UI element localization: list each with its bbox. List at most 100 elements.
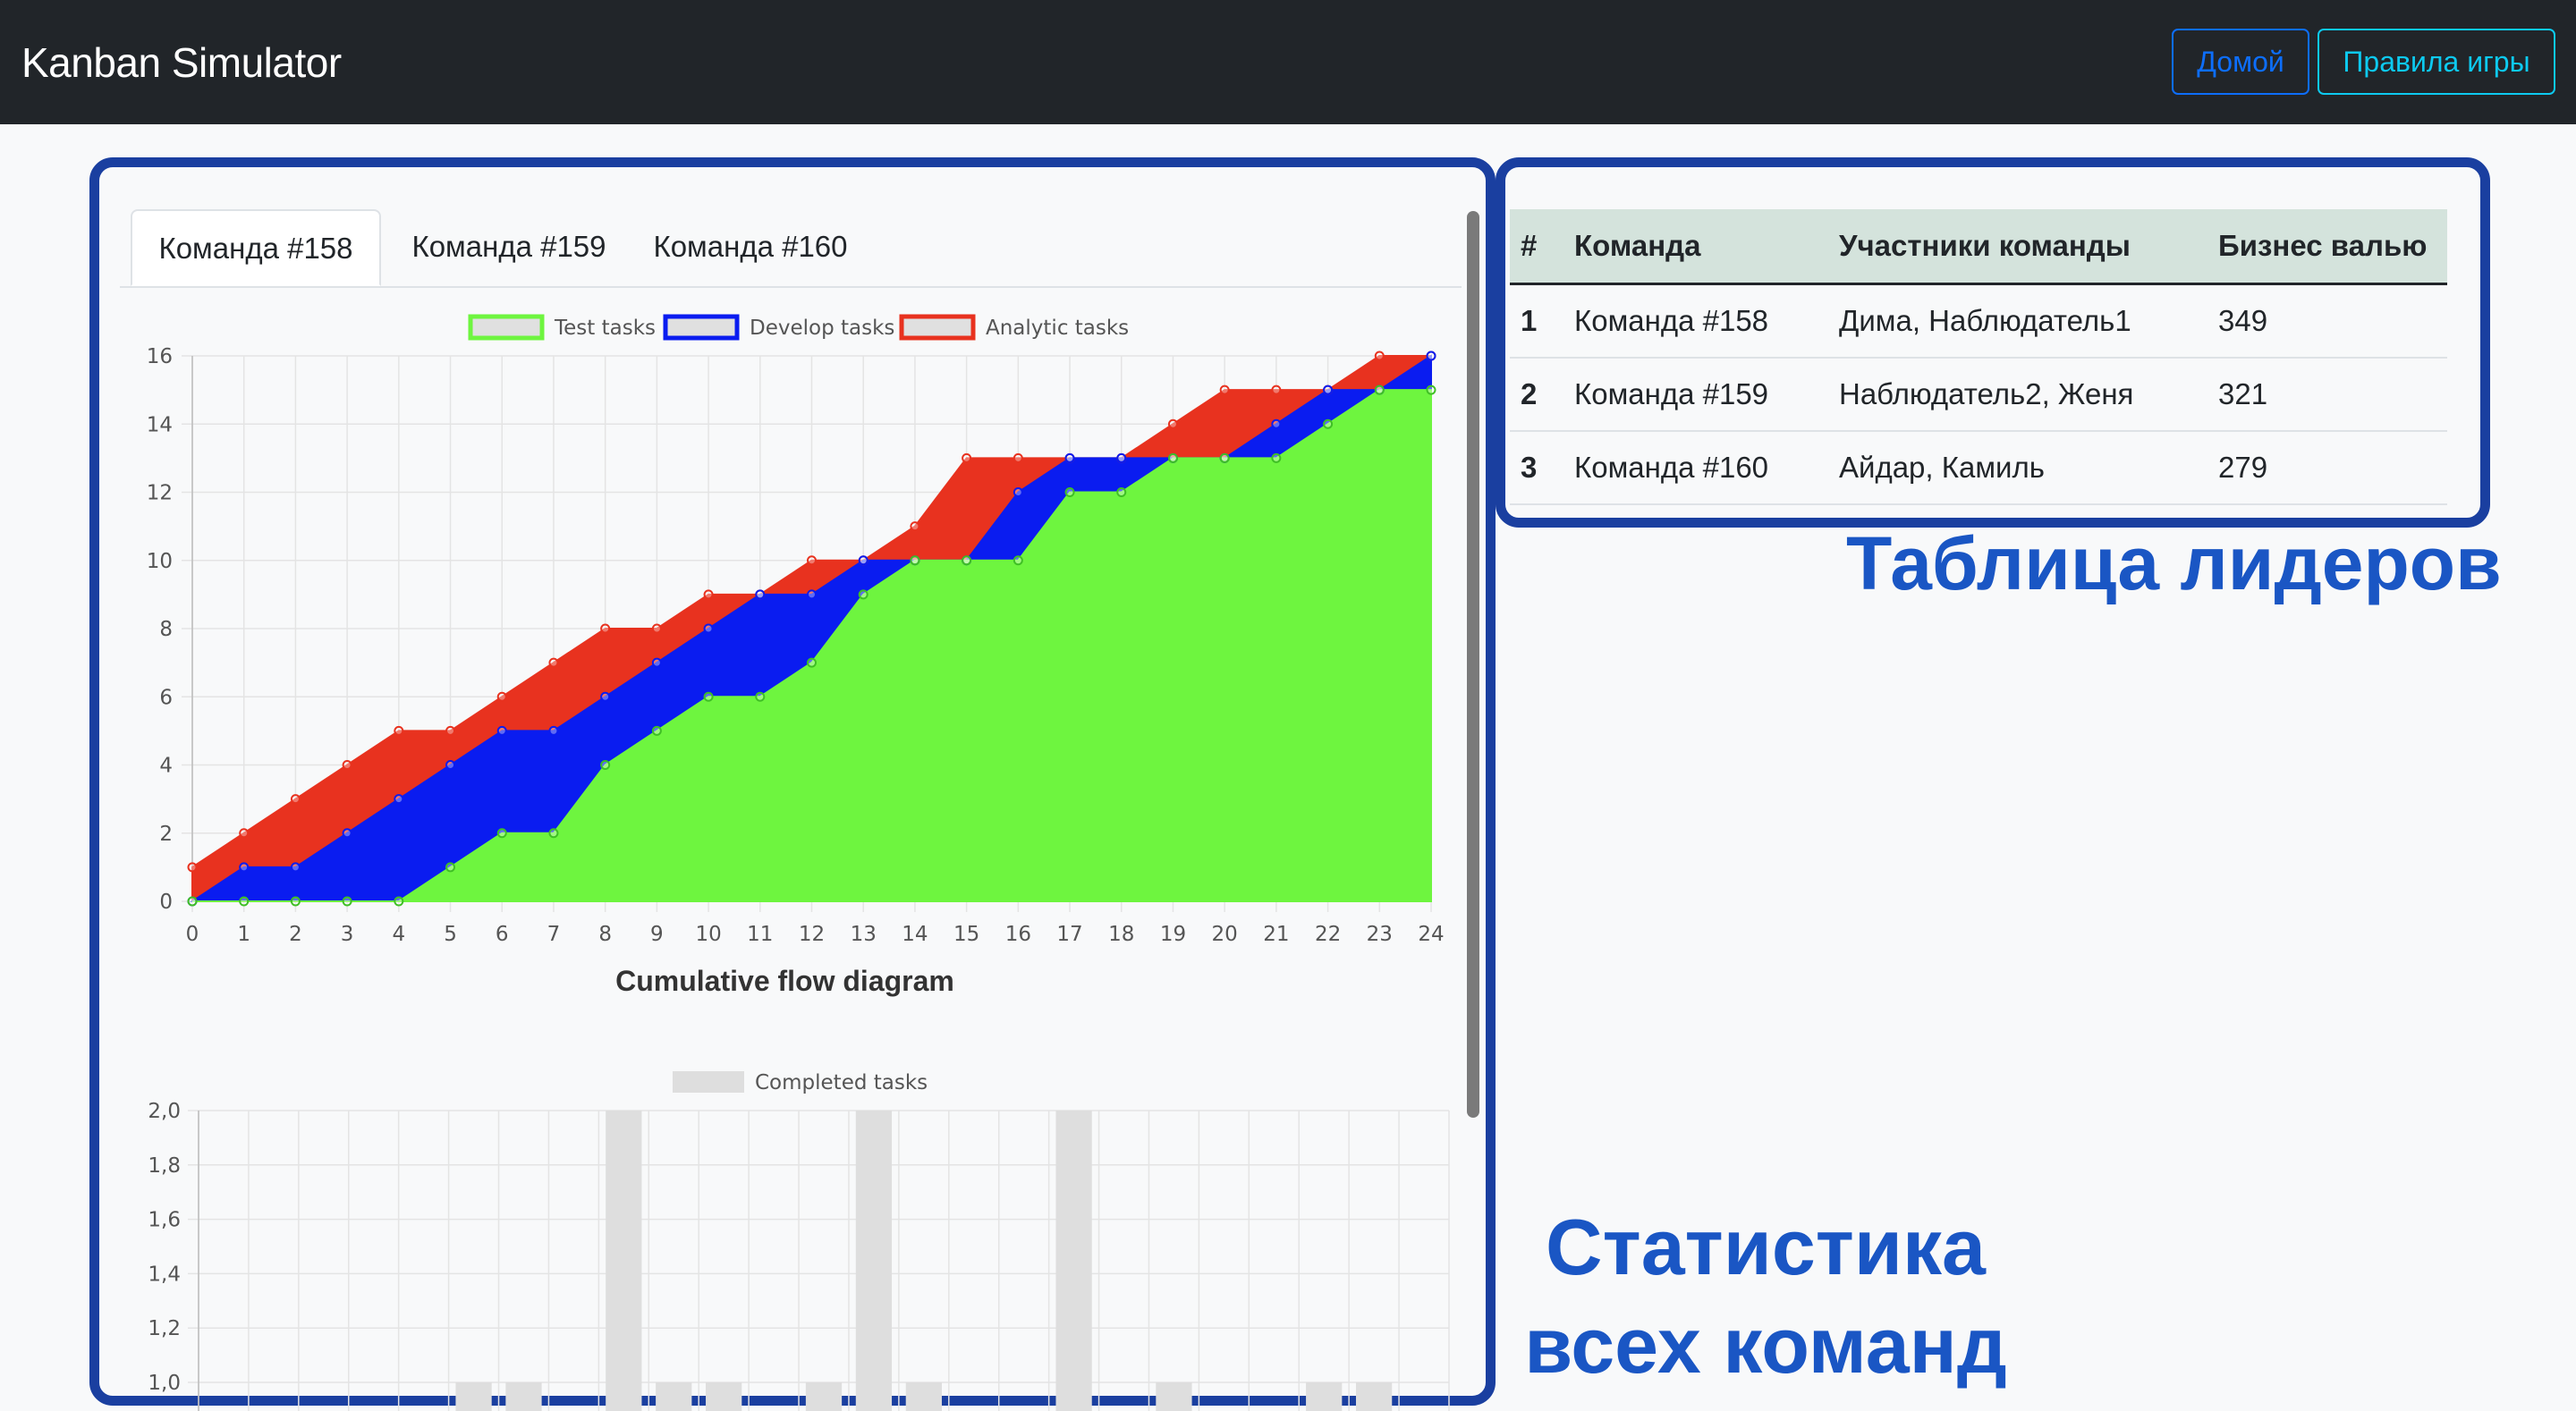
leaderboard-annotation: Таблица лидеров: [1846, 521, 2502, 605]
home-button[interactable]: Домой: [2172, 29, 2309, 95]
data-point: [445, 760, 456, 770]
tab-team-159[interactable]: Команда #159: [388, 209, 630, 286]
top-navbar: Kanban Simulator Домой Правила игры: [0, 0, 2576, 124]
col-rank-header: #: [1510, 209, 1563, 285]
data-point: [703, 623, 714, 634]
data-point: [807, 555, 817, 566]
table-row: 3 Команда #160 Айдар, Камиль 279: [1510, 431, 2447, 505]
y-tick-label: 4: [159, 755, 173, 778]
bar-completed-tasks: [706, 1382, 742, 1411]
data-point: [807, 657, 817, 668]
bar-completed-tasks: [606, 1111, 642, 1411]
data-point: [1374, 384, 1385, 395]
stats-annotation: Статистика всех команд: [1506, 1198, 2025, 1395]
value-cell: 279: [2207, 431, 2447, 505]
data-point: [1116, 487, 1127, 497]
data-point: [1167, 418, 1178, 429]
rank-cell: 2: [1510, 358, 1563, 432]
y-tick-label: 6: [159, 686, 173, 709]
data-point: [1064, 487, 1075, 497]
data-point: [1013, 452, 1023, 463]
data-point: [1064, 452, 1075, 463]
legend-swatch: [673, 1071, 744, 1093]
bar-completed-tasks: [805, 1382, 843, 1411]
rules-button[interactable]: Правила игры: [2318, 29, 2555, 95]
x-tick-label: 5: [444, 923, 457, 946]
data-point: [548, 725, 559, 736]
data-point: [858, 555, 869, 566]
data-point: [290, 794, 301, 805]
stats-annotation-line2: всех команд: [1524, 1301, 2007, 1390]
legend-label: Test tasks: [554, 317, 656, 340]
data-point: [755, 589, 766, 600]
cumulative-flow-chart: 02468101214160 1 2 3 4 5 6 7 8 9 10 11 12 13 14 15 16 17 1…: [147, 314, 1445, 997]
data-point: [1374, 351, 1385, 361]
x-tick-label: 16: [1005, 923, 1031, 946]
data-point: [651, 725, 662, 736]
tab-team-158[interactable]: Команда #158: [131, 209, 381, 286]
data-point: [1271, 418, 1282, 429]
legend-swatch: [899, 314, 976, 341]
x-tick-label: 3: [341, 923, 354, 946]
data-point: [187, 862, 198, 873]
y-tick-label: 14: [147, 413, 173, 436]
bar-completed-tasks: [855, 1111, 893, 1411]
x-tick-label: 6: [496, 923, 509, 946]
members-cell: Дима, Наблюдатель1: [1828, 283, 2207, 359]
data-point: [600, 760, 611, 770]
x-tick-label: 17: [1056, 923, 1082, 946]
data-point: [703, 691, 714, 702]
data-point: [1426, 351, 1436, 361]
data-point: [290, 862, 301, 873]
value-cell: 321: [2207, 358, 2447, 432]
bar-completed-tasks: [1156, 1382, 1192, 1411]
y-tick-label: 12: [147, 482, 173, 505]
team-tabs: Команда #158 Команда #159 Команда #160: [120, 209, 1462, 288]
brand-title[interactable]: Kanban Simulator: [21, 36, 342, 89]
bar-completed-tasks: [905, 1382, 942, 1411]
data-point: [651, 623, 662, 634]
y-tick-label: 1,4: [148, 1263, 181, 1286]
x-tick-label: 1: [237, 923, 250, 946]
chart-title: Cumulative flow diagram: [615, 965, 954, 997]
bar-completed-tasks: [1355, 1382, 1393, 1411]
x-tick-label: 9: [650, 923, 664, 946]
data-point: [445, 862, 456, 873]
data-point: [1013, 555, 1023, 566]
stats-scrollbar[interactable]: [1467, 211, 1479, 1123]
y-tick-label: 1,0: [148, 1372, 181, 1395]
data-point: [496, 691, 507, 702]
rank-cell: 1: [1510, 283, 1563, 359]
y-tick-label: 16: [147, 345, 173, 368]
data-point: [342, 828, 352, 839]
stats-annotation-line1: Статистика: [1546, 1203, 1986, 1291]
bar-completed-tasks: [1306, 1382, 1343, 1411]
col-members-header: Участники команды: [1828, 209, 2207, 285]
data-point: [1426, 384, 1436, 395]
legend-label: Develop tasks: [750, 317, 894, 340]
data-point: [962, 555, 972, 566]
table-row: 1 Команда #158 Дима, Наблюдатель1 349: [1510, 283, 2447, 359]
x-tick-label: 12: [799, 923, 825, 946]
data-point: [548, 828, 559, 839]
value-cell: 349: [2207, 283, 2447, 359]
data-point: [1219, 452, 1230, 463]
y-tick-label: 1,2: [148, 1317, 181, 1340]
legend-label: Analytic tasks: [986, 317, 1129, 340]
y-tick-label: 10: [147, 550, 173, 573]
members-cell: Наблюдатель2, Женя: [1828, 358, 2207, 432]
y-tick-label: 2: [159, 823, 173, 846]
data-point: [1167, 452, 1178, 463]
x-tick-label: 7: [547, 923, 561, 946]
data-point: [910, 555, 920, 566]
data-point: [496, 725, 507, 736]
data-point: [1219, 384, 1230, 395]
data-point: [1271, 452, 1282, 463]
tab-team-160[interactable]: Команда #160: [630, 209, 871, 286]
bar-completed-tasks: [455, 1382, 492, 1411]
stats-scrollbar-thumb[interactable]: [1467, 211, 1479, 1118]
x-tick-label: 4: [393, 923, 406, 946]
data-point: [548, 657, 559, 668]
data-point: [1323, 418, 1334, 429]
legend-swatch: [663, 314, 740, 341]
